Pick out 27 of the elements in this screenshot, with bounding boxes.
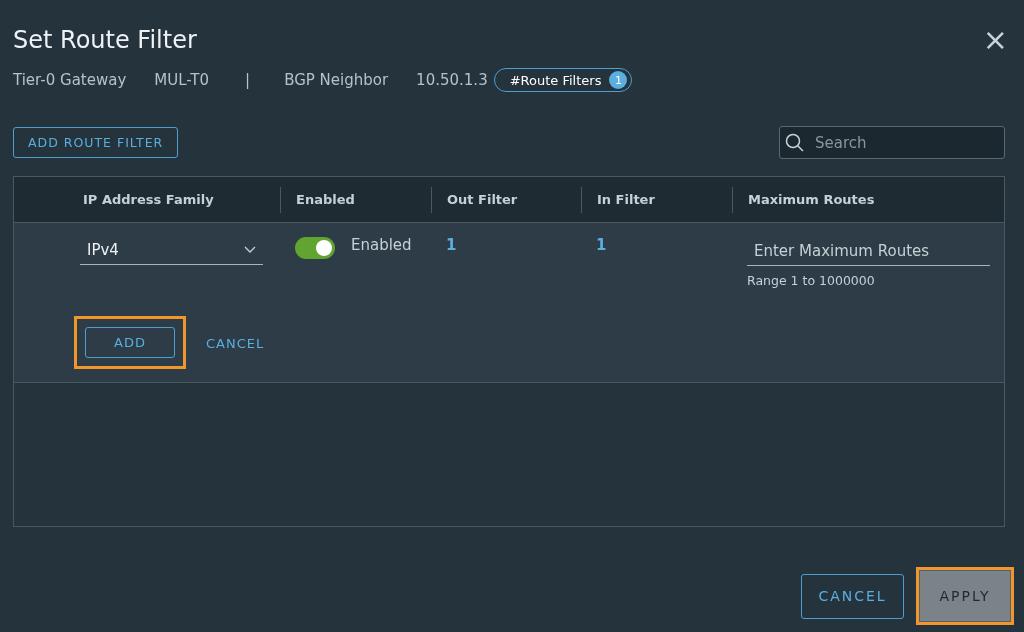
column-header: Out Filter bbox=[431, 186, 581, 213]
dialog-title: Set Route Filter bbox=[13, 26, 197, 54]
cancel-link[interactable]: CANCEL bbox=[206, 336, 265, 351]
max-routes-field[interactable]: Enter Maximum Routes bbox=[747, 236, 990, 266]
context-label: Tier-0 Gateway bbox=[13, 71, 127, 89]
pill-label: #Route Filters bbox=[509, 72, 602, 88]
search-field[interactable]: Search bbox=[779, 126, 1005, 159]
context-label: MUL-T0 bbox=[154, 71, 210, 89]
column-header: In Filter bbox=[581, 186, 732, 213]
context-label: BGP Neighbor bbox=[284, 71, 389, 89]
column-header: IP Address Family bbox=[82, 190, 215, 209]
column-header: Maximum Routes bbox=[732, 186, 1004, 213]
context-label: 10.50.1.3 bbox=[416, 71, 488, 89]
range-hint: Range 1 to 1000000 bbox=[747, 273, 876, 288]
column-header: Enabled bbox=[280, 186, 431, 213]
separator: | bbox=[245, 71, 251, 89]
ip-family-dropdown[interactable]: IPv4 bbox=[80, 235, 263, 265]
cancel-button[interactable]: CANCEL bbox=[801, 573, 904, 619]
chevron-down-icon bbox=[244, 245, 256, 254]
out-filter-link[interactable]: 1 bbox=[446, 236, 457, 254]
close-button[interactable]: × bbox=[982, 26, 1008, 54]
enabled-toggle[interactable] bbox=[295, 237, 335, 259]
add-button[interactable]: ADD bbox=[85, 327, 175, 358]
in-filter-link[interactable]: 1 bbox=[596, 236, 607, 254]
count-badge: 1 bbox=[609, 71, 628, 89]
toggle-label: Enabled bbox=[351, 235, 412, 255]
add-route-filter-button[interactable]: ADD ROUTE FILTER bbox=[13, 127, 179, 158]
